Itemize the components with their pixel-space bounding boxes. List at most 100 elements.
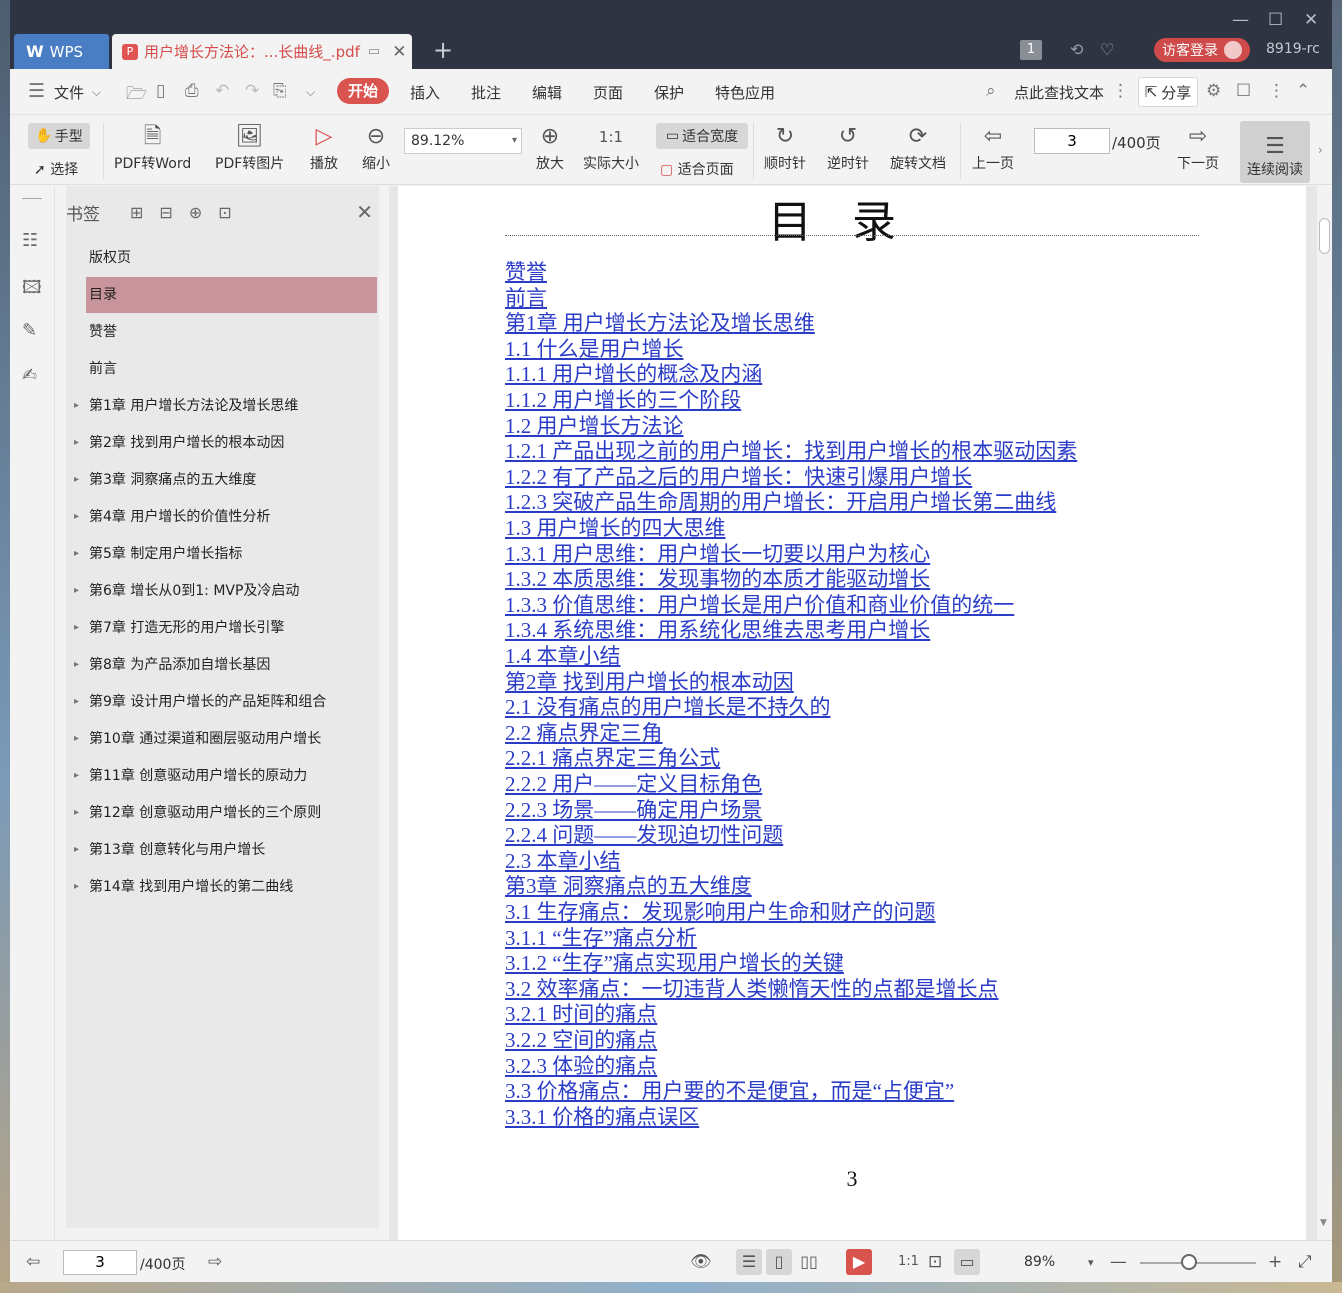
- expand-arrow-icon[interactable]: ▸: [74, 499, 79, 535]
- expand-arrow-icon[interactable]: ▸: [74, 795, 79, 831]
- expand-all-icon[interactable]: ⊞: [130, 203, 143, 222]
- rotate-counterclockwise-button[interactable]: ↺ 逆时针: [827, 121, 869, 173]
- file-menu[interactable]: 文件: [54, 82, 84, 103]
- expand-arrow-icon[interactable]: ▸: [74, 869, 79, 905]
- new-tab-button[interactable]: +: [433, 36, 453, 64]
- print-icon[interactable]: ⎙: [185, 81, 199, 101]
- next-page-button[interactable]: ⇨ 下一页: [1177, 121, 1219, 173]
- bookmark-item[interactable]: ▸ 第14章 找到用户增长的第二曲线: [74, 869, 377, 905]
- menu-tab-page[interactable]: 页面: [593, 82, 623, 103]
- scroll-down-arrow[interactable]: ▼: [1320, 1218, 1327, 1228]
- close-tab-icon[interactable]: ✕: [392, 42, 406, 62]
- expand-arrow-icon[interactable]: ▸: [74, 610, 79, 646]
- hand-tool-button[interactable]: ✋ 手型: [28, 123, 90, 149]
- status-zoom-value[interactable]: 89%: [1024, 1254, 1055, 1270]
- expand-arrow-icon[interactable]: ▸: [74, 684, 79, 720]
- bookmark-item[interactable]: 目录: [86, 277, 377, 313]
- signature-icon[interactable]: ✍: [22, 365, 42, 386]
- annotation-icon[interactable]: ✎: [22, 320, 42, 341]
- menu-tab-insert[interactable]: 插入: [410, 82, 440, 103]
- menu-tab-edit[interactable]: 编辑: [532, 82, 562, 103]
- play-mode-button[interactable]: ▶: [846, 1249, 872, 1275]
- bookmark-item[interactable]: ▸ 第6章 增长从0到1: MVP及冷启动: [74, 573, 377, 609]
- hamburger-menu-icon[interactable]: ☰: [28, 80, 45, 102]
- bookmark-item[interactable]: ▸ 第10章 通过渠道和圈层驱动用户增长: [74, 721, 377, 757]
- collapse-ribbon-icon[interactable]: ⌃: [1296, 81, 1310, 101]
- search-text-field[interactable]: 点此查找文本: [1014, 82, 1104, 103]
- zoom-dropdown-icon[interactable]: ▾: [1088, 1256, 1094, 1269]
- settings-gear-icon[interactable]: ⚙: [1206, 81, 1221, 101]
- pdf-to-word-button[interactable]: 🗎 PDF转Word: [114, 121, 191, 173]
- visitor-login-button[interactable]: 访客登录: [1154, 38, 1250, 62]
- bookmark-settings-icon[interactable]: ⊡: [218, 203, 231, 222]
- window-count-badge[interactable]: 1: [1020, 40, 1042, 60]
- maximize-icon[interactable]: ☐: [1268, 10, 1283, 30]
- status-page-input[interactable]: 3: [63, 1250, 137, 1275]
- actual-size-icon[interactable]: 1:1: [898, 1254, 919, 1269]
- save-icon[interactable]: ▯: [156, 81, 165, 101]
- bookmark-item[interactable]: 版权页: [86, 240, 377, 276]
- continuous-reading-button[interactable]: ☰ 连续阅读: [1240, 121, 1310, 183]
- menu-tab-protect[interactable]: 保护: [654, 82, 684, 103]
- play-button[interactable]: ▷ 播放: [310, 121, 338, 173]
- expand-arrow-icon[interactable]: ▸: [74, 536, 79, 572]
- open-icon[interactable]: 🗁: [126, 81, 147, 110]
- expand-arrow-icon[interactable]: ▸: [74, 573, 79, 609]
- thumbnail-icon[interactable]: 🖾: [22, 275, 42, 298]
- redo-icon[interactable]: ↷: [245, 81, 259, 101]
- fit-width-mode[interactable]: ▭: [954, 1249, 980, 1275]
- collapse-all-icon[interactable]: ⊟: [159, 203, 172, 222]
- skin-icon[interactable]: ♡: [1100, 40, 1114, 59]
- monitor-icon[interactable]: ▭: [368, 44, 380, 59]
- bookmark-item[interactable]: ▸ 第8章 为产品添加自增长基因: [74, 647, 377, 683]
- fit-page-button[interactable]: ▢ 适合页面: [660, 159, 734, 179]
- expand-arrow-icon[interactable]: ▸: [74, 388, 79, 424]
- bookmark-item[interactable]: ▸ 第11章 创意驱动用户增长的原动力: [74, 758, 377, 794]
- document-viewport[interactable]: 目录 赞誉 前言 第1章 用户增长方法论及增长思维 1.1 什么是用户增长 1.1.1 …: [389, 186, 1317, 1240]
- vertical-scrollbar[interactable]: ▼: [1317, 186, 1332, 1240]
- chevron-down-icon[interactable]: ⌵: [92, 85, 101, 100]
- previous-page-button[interactable]: ⇦ 上一页: [972, 121, 1014, 173]
- bookmark-item[interactable]: ▸ 第4章 用户增长的价值性分析: [74, 499, 377, 535]
- comment-icon[interactable]: ☐: [1236, 81, 1251, 101]
- eye-protection-icon[interactable]: 👁: [690, 1252, 712, 1272]
- zoom-in-icon[interactable]: +: [1268, 1252, 1282, 1272]
- expand-arrow-icon[interactable]: ▸: [74, 462, 79, 498]
- bookmark-item[interactable]: ▸ 第12章 创意驱动用户增长的三个原则: [74, 795, 377, 831]
- bookmark-item[interactable]: ▸ 第1章 用户增长方法论及增长思维: [74, 388, 377, 424]
- double-page-mode[interactable]: ▯▯: [796, 1249, 822, 1275]
- scrollbar-thumb[interactable]: [1319, 218, 1330, 254]
- select-tool-button[interactable]: ➚ 选择: [34, 159, 78, 179]
- fit-width-button[interactable]: ▭ 适合宽度: [656, 123, 748, 149]
- bookmark-item[interactable]: 前言: [86, 351, 377, 387]
- fullscreen-icon[interactable]: ⤢: [1298, 1252, 1312, 1272]
- share-button[interactable]: ⇱ 分享: [1138, 77, 1198, 107]
- menu-tab-annotate[interactable]: 批注: [471, 82, 501, 103]
- document-tab[interactable]: P 用户增长方法论：...长曲线_.pdf ▭ ✕: [112, 34, 412, 69]
- zoom-select[interactable]: 89.12% ▾: [404, 128, 522, 154]
- export-icon[interactable]: ⎘: [273, 81, 287, 101]
- expand-arrow-icon[interactable]: ▸: [74, 721, 79, 757]
- expand-arrow-icon[interactable]: ▸: [74, 647, 79, 683]
- search-icon[interactable]: ⌕: [986, 81, 996, 101]
- page-number-input[interactable]: 3: [1034, 128, 1110, 154]
- bookmark-item[interactable]: 赞誉: [86, 314, 377, 350]
- bookmark-item[interactable]: ▸ 第7章 打造无形的用户增长引擎: [74, 610, 377, 646]
- single-page-mode[interactable]: ▯: [766, 1249, 792, 1275]
- bookmark-item[interactable]: ▸ 第5章 制定用户增长指标: [74, 536, 377, 572]
- pdf-to-image-button[interactable]: 🖼 PDF转图片: [215, 121, 284, 173]
- actual-size-button[interactable]: 1:1 实际大小: [583, 121, 639, 173]
- bookmark-item[interactable]: ▸ 第3章 洞察痛点的五大维度: [74, 462, 377, 498]
- bookmark-list-icon[interactable]: ☷: [22, 230, 42, 251]
- close-panel-icon[interactable]: ✕: [356, 200, 373, 224]
- zoom-out-icon[interactable]: —: [1110, 1252, 1127, 1272]
- bookmark-item[interactable]: ▸ 第9章 设计用户增长的产品矩阵和组合: [74, 684, 377, 720]
- more-vertical-icon[interactable]: ⋮: [1112, 81, 1129, 101]
- more-dropdown-icon[interactable]: ⌵: [306, 85, 315, 100]
- rotate-clockwise-button[interactable]: ↻ 顺时针: [764, 121, 806, 173]
- sync-icon[interactable]: ⟲: [1070, 40, 1083, 59]
- menu-tab-special[interactable]: 特色应用: [715, 82, 775, 103]
- expand-arrow-icon[interactable]: ▸: [74, 425, 79, 461]
- bookmark-item[interactable]: ▸ 第13章 创意转化与用户增长: [74, 832, 377, 868]
- menu-tab-start[interactable]: 开始: [337, 78, 389, 104]
